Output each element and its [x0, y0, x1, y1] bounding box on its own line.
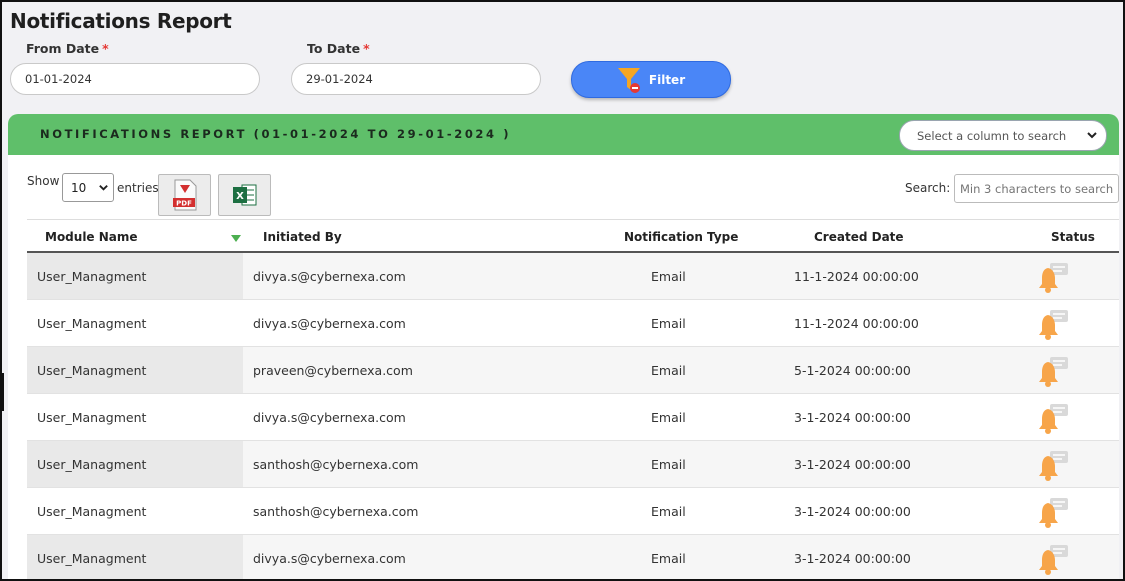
cell-notification-type: Email [651, 410, 686, 425]
table-row: User_Managment divya.s@cybernexa.com Ema… [27, 300, 1119, 347]
th-initiated-by[interactable]: Initiated By [263, 230, 342, 244]
cell-initiated-by: santhosh@cybernexa.com [253, 504, 419, 519]
bell-notification-icon [1037, 448, 1071, 482]
chevron-down-icon [1087, 132, 1097, 139]
cell-notification-type: Email [651, 269, 686, 284]
cell-created-date: 5-1-2024 00:00:00 [794, 363, 911, 378]
pdf-icon: PDF [172, 179, 196, 211]
export-excel-button[interactable]: X [218, 174, 271, 216]
cell-initiated-by: praveen@cybernexa.com [253, 363, 413, 378]
svg-text:PDF: PDF [176, 200, 192, 208]
bell-notification-icon [1037, 542, 1071, 576]
entries-label: entries [117, 181, 159, 195]
funnel-icon [617, 67, 640, 93]
cell-initiated-by: divya.s@cybernexa.com [253, 551, 406, 566]
cell-created-date: 3-1-2024 00:00:00 [794, 551, 911, 566]
show-label: Show [27, 174, 60, 188]
sort-desc-icon[interactable] [231, 235, 241, 242]
page-title: Notifications Report [10, 9, 232, 33]
from-date-input[interactable] [10, 63, 260, 95]
cell-initiated-by: divya.s@cybernexa.com [253, 410, 406, 425]
cell-notification-type: Email [651, 504, 686, 519]
cell-notification-type: Email [651, 551, 686, 566]
cell-module-name: User_Managment [37, 410, 147, 425]
cell-notification-type: Email [651, 457, 686, 472]
th-status[interactable]: Status [1051, 230, 1095, 244]
table-row: User_Managment divya.s@cybernexa.com Ema… [27, 394, 1119, 441]
bell-notification-icon [1037, 495, 1071, 529]
report-card: NOTIFICATIONS REPORT (01-01-2024 TO 29-0… [8, 114, 1119, 579]
cell-created-date: 3-1-2024 00:00:00 [794, 410, 911, 425]
table-row: User_Managment praveen@cybernexa.com Ema… [27, 347, 1119, 394]
search-input[interactable] [954, 174, 1119, 203]
from-date-label: From Date * [26, 41, 109, 56]
cell-created-date: 3-1-2024 00:00:00 [794, 504, 911, 519]
table-row: User_Managment divya.s@cybernexa.com Ema… [27, 253, 1119, 300]
cell-module-name: User_Managment [37, 457, 147, 472]
column-search-select-value: Select a column to search [917, 128, 1067, 143]
table-row: User_Managment santhosh@cybernexa.com Em… [27, 441, 1119, 488]
bell-notification-icon [1037, 307, 1071, 341]
table-row: User_Managment santhosh@cybernexa.com Em… [27, 488, 1119, 535]
cell-created-date: 3-1-2024 00:00:00 [794, 457, 911, 472]
filter-button-label: Filter [648, 72, 686, 87]
to-date-label: To Date * [307, 41, 370, 56]
bell-notification-icon [1037, 401, 1071, 435]
cell-created-date: 11-1-2024 00:00:00 [794, 269, 919, 284]
entries-select-value: 10 [71, 180, 87, 195]
svg-text:X: X [236, 191, 244, 202]
th-notification-type[interactable]: Notification Type [624, 230, 738, 244]
th-module-name[interactable]: Module Name [45, 230, 138, 244]
cell-notification-type: Email [651, 363, 686, 378]
th-created-date[interactable]: Created Date [814, 230, 904, 244]
cell-module-name: User_Managment [37, 316, 147, 331]
table-header: Module Name Initiated By Notification Ty… [27, 219, 1119, 253]
entries-select[interactable]: 10 [62, 173, 114, 202]
cell-module-name: User_Managment [37, 269, 147, 284]
cell-initiated-by: divya.s@cybernexa.com [253, 316, 406, 331]
excel-icon: X [232, 184, 256, 206]
chevron-down-icon [99, 185, 108, 191]
cell-module-name: User_Managment [37, 504, 147, 519]
cell-created-date: 11-1-2024 00:00:00 [794, 316, 919, 331]
notifications-table: Module Name Initiated By Notification Ty… [27, 219, 1119, 579]
edge-marker [0, 373, 4, 411]
bell-notification-icon [1037, 354, 1071, 388]
table-row: User_Managment divya.s@cybernexa.com Ema… [27, 535, 1119, 579]
cell-module-name: User_Managment [37, 363, 147, 378]
column-search-select[interactable]: Select a column to search [899, 120, 1107, 151]
cell-notification-type: Email [651, 316, 686, 331]
table-body: User_Managment divya.s@cybernexa.com Ema… [27, 253, 1119, 579]
search-label: Search: [905, 181, 951, 195]
report-header: NOTIFICATIONS REPORT (01-01-2024 TO 29-0… [8, 114, 1119, 155]
cell-initiated-by: divya.s@cybernexa.com [253, 269, 406, 284]
filter-button[interactable]: Filter [571, 61, 731, 98]
cell-initiated-by: santhosh@cybernexa.com [253, 457, 419, 472]
export-pdf-button[interactable]: PDF [158, 174, 211, 216]
cell-module-name: User_Managment [37, 551, 147, 566]
bell-notification-icon [1037, 260, 1071, 294]
report-title: NOTIFICATIONS REPORT (01-01-2024 TO 29-0… [40, 127, 512, 141]
to-date-input[interactable] [291, 63, 541, 95]
